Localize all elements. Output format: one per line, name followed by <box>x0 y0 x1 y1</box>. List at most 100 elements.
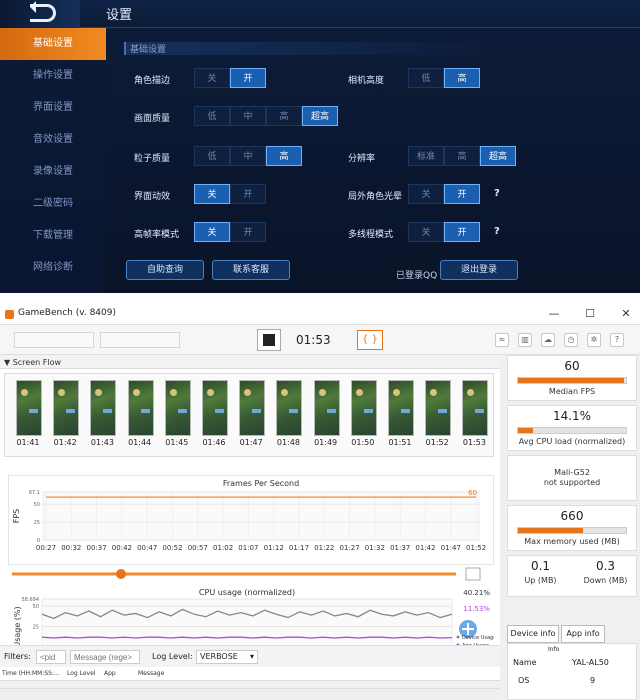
tab-app-info[interactable]: App info <box>561 625 605 643</box>
screen-thumbnail[interactable] <box>313 380 340 436</box>
avg-cpu-label: Avg CPU load (normalized) <box>518 437 626 446</box>
lock-icon[interactable] <box>465 567 481 581</box>
help-icon[interactable]: ? <box>494 226 500 237</box>
sidebar-item-0[interactable]: 基础设置 <box>0 28 106 60</box>
screen-thumbnail[interactable] <box>388 380 414 436</box>
avg-cpu-card: 14.1% Avg CPU load (normalized) <box>507 405 637 451</box>
download-value: 0.3 <box>595 559 616 573</box>
back-button[interactable] <box>0 0 80 28</box>
setting-toggle-group: 低中高超高 <box>194 106 338 126</box>
tab-device-info[interactable]: Device info <box>507 625 559 643</box>
close-icon[interactable]: ✕ <box>619 307 633 320</box>
screen-thumbnail[interactable] <box>425 380 452 436</box>
log-column-header[interactable]: App <box>104 670 116 677</box>
log-column-header[interactable]: Time (HH:MM:SS:... <box>2 670 60 677</box>
help-icon[interactable]: ? <box>494 188 500 199</box>
x-tick-label: 00:37 <box>87 544 107 552</box>
fps-y-axis-label: FPS <box>12 509 21 524</box>
gpu-name: Mali-G52 <box>554 468 590 477</box>
setting-option[interactable]: 关 <box>408 184 444 204</box>
setting-row-2: 画面质量 低中高超高 <box>118 106 628 128</box>
main-toolbar: 01:53 { } ≈ ▥ ☁ ◷ ✲ ? <box>0 325 640 355</box>
clock-icon[interactable]: ◷ <box>564 333 578 347</box>
contact-service-button[interactable]: 联系客服 <box>212 260 290 280</box>
screen-thumbnail[interactable] <box>462 380 489 436</box>
maximize-icon[interactable]: ☐ <box>583 307 597 320</box>
thumbnail-time: 01:45 <box>165 438 189 447</box>
log-filters: Filters: Log Level: VERBOSE ▾ <box>0 645 500 667</box>
max-memory-value: 660 <box>560 509 584 523</box>
median-fps-value: 60 <box>564 359 580 373</box>
screen-flow-title: Screen Flow <box>12 358 62 367</box>
screen-thumbnail[interactable] <box>90 380 117 436</box>
y-tick-label: 25 <box>34 520 40 526</box>
json-button[interactable]: { } <box>357 330 383 350</box>
screen-thumbnail[interactable] <box>53 380 80 436</box>
setting-option[interactable]: 高 <box>266 106 302 126</box>
setting-option[interactable]: 低 <box>194 106 230 126</box>
info-tabs: Device info App info <box>507 625 637 643</box>
setting-option[interactable]: 中 <box>230 106 266 126</box>
self-check-button[interactable]: 自助查询 <box>126 260 204 280</box>
setting-toggle-group: 关开 <box>408 184 480 204</box>
fps-current-value: 60 <box>468 489 477 497</box>
upload-value: 0.1 <box>530 559 551 573</box>
thumbnail-time: 01:42 <box>53 438 77 447</box>
log-column-header[interactable]: Log Level <box>67 670 95 677</box>
sidebar-item-4[interactable]: 录像设置 <box>0 156 106 188</box>
settings-sidebar: 基础设置 操作设置 界面设置 音效设置 录像设置 二级密码 下载管理 网络诊断 <box>0 28 106 293</box>
wifi-icon[interactable]: ≈ <box>495 333 509 347</box>
sidebar-item-6[interactable]: 下载管理 <box>0 220 106 252</box>
setting-option[interactable]: 开 <box>444 184 480 204</box>
log-level-select[interactable]: VERBOSE ▾ <box>196 650 258 664</box>
setting-option[interactable]: 开 <box>444 222 480 242</box>
horizontal-scrollbar[interactable] <box>0 688 500 698</box>
setting-option[interactable]: 超高 <box>480 146 516 166</box>
screen-thumbnail[interactable] <box>350 380 377 436</box>
setting-option[interactable]: 关 <box>408 222 444 242</box>
screen-thumbnail[interactable] <box>276 380 303 436</box>
message-filter-input[interactable] <box>70 650 140 664</box>
screen-thumbnail[interactable] <box>239 380 266 436</box>
screen-thumbnail[interactable] <box>127 380 154 436</box>
timeline-slider[interactable] <box>8 567 494 581</box>
settings-icon[interactable]: ✲ <box>587 333 601 347</box>
setting-option[interactable]: 超高 <box>302 106 338 126</box>
logout-button[interactable]: 退出登录 <box>440 260 518 280</box>
setting-toggle-group: 关开 <box>408 222 480 242</box>
trash-icon[interactable]: ▥ <box>518 333 532 347</box>
device-dropdown[interactable] <box>14 332 94 348</box>
y-tick-label: 50 <box>34 502 40 508</box>
sidebar-item-3[interactable]: 音效设置 <box>0 124 106 156</box>
pid-filter-input[interactable] <box>36 650 66 664</box>
max-memory-bar <box>517 527 627 534</box>
screen-thumbnail[interactable] <box>16 380 42 436</box>
help-icon[interactable]: ? <box>610 333 624 347</box>
setting-option[interactable]: 高 <box>444 68 480 88</box>
cpu-y-axis-label: Usage (%) <box>13 606 22 647</box>
minimize-icon[interactable]: — <box>547 307 561 320</box>
sidebar-item-2[interactable]: 界面设置 <box>0 92 106 124</box>
avg-cpu-value: 14.1% <box>552 409 592 423</box>
screen-thumbnail[interactable] <box>202 380 228 436</box>
setting-option[interactable]: 高 <box>444 146 480 166</box>
thumbnail-time: 01:43 <box>90 438 114 447</box>
sidebar-item-5[interactable]: 二级密码 <box>0 188 106 220</box>
section-heading: 基础设置 <box>124 42 504 55</box>
thumbnail-time: 01:44 <box>128 438 152 447</box>
cpu-chart-title: CPU usage (normalized) <box>199 588 295 597</box>
slider-handle[interactable] <box>116 569 126 579</box>
sidebar-item-7[interactable]: 网络诊断 <box>0 252 106 284</box>
stop-button[interactable] <box>257 329 281 351</box>
thumbnail-time: 01:49 <box>314 438 338 447</box>
sidebar-item-1[interactable]: 操作设置 <box>0 60 106 92</box>
filters-label: Filters: <box>4 652 31 661</box>
x-tick-label: 00:52 <box>162 544 182 552</box>
screen-thumbnail[interactable] <box>164 380 191 436</box>
app-dropdown[interactable] <box>100 332 180 348</box>
log-column-header[interactable]: Message <box>138 670 164 677</box>
cloud-icon[interactable]: ☁ <box>541 333 555 347</box>
screen-flow-header[interactable]: ▼ Screen Flow <box>0 355 500 369</box>
setting-option[interactable]: 低 <box>408 68 444 88</box>
setting-option[interactable]: 标准 <box>408 146 444 166</box>
